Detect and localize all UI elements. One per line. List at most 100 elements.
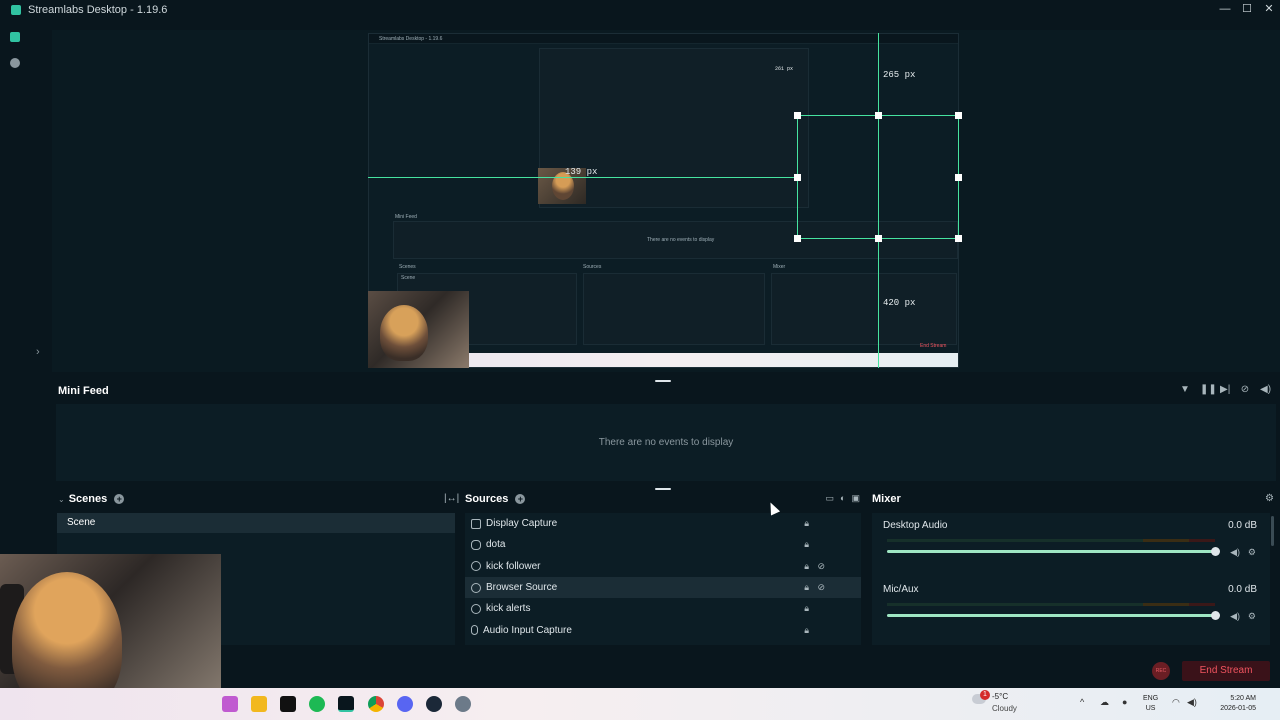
source-item-selected[interactable]: Browser Source 🔒︎ ⊘	[465, 576, 861, 599]
title-bar: Streamlabs Desktop - 1.19.6 — ☐ ✕	[0, 0, 1280, 20]
visibility-hidden-icon[interactable]: ⊘	[817, 561, 825, 572]
add-source-button[interactable]: +	[515, 494, 526, 504]
scenes-title: Scenes	[68, 493, 108, 505]
wifi-icon[interactable]: ◠	[1172, 697, 1180, 708]
resize-handle[interactable]	[955, 112, 962, 119]
mini-feed-empty-text: There are no events to display	[598, 437, 734, 448]
pause-icon[interactable]: ❚❚	[1200, 384, 1217, 395]
file-explorer-icon[interactable]	[251, 696, 267, 712]
lock-icon[interactable]: 🔒︎	[804, 625, 809, 636]
window-controls: — ☐ ✕	[1214, 0, 1280, 20]
spotify-icon[interactable]	[309, 696, 325, 712]
inner-scene-item: Scene	[401, 275, 416, 281]
gear-icon[interactable]: ⚙	[1265, 493, 1274, 504]
guide-line-vertical	[878, 33, 879, 368]
lock-icon[interactable]: 🔒︎	[804, 582, 809, 593]
gear-icon[interactable]: ⚙	[1248, 611, 1256, 622]
mini-feed-tools: ▼ ❚❚ ▶| ⊘ ◀)	[1180, 384, 1271, 395]
volume-slider-knob[interactable]	[1211, 611, 1220, 620]
source-item[interactable]: Audio Input Capture 🔒︎	[465, 619, 861, 640]
tiktok-icon[interactable]	[280, 696, 296, 712]
resize-handle[interactable]	[955, 174, 962, 181]
mixer-channel: Desktop Audio 0.0 dB ◀) ⚙	[872, 513, 1270, 577]
webcam-source-image[interactable]	[368, 291, 469, 368]
network-cloud-icon[interactable]: ☁	[1100, 697, 1109, 708]
copilot-icon[interactable]	[222, 696, 238, 712]
inner-mixer-title: Mixer	[773, 264, 786, 270]
minimize-button[interactable]: —	[1214, 0, 1236, 20]
visibility-hidden-icon[interactable]: ⊘	[817, 582, 825, 593]
mute-alerts-icon[interactable]: ⊘	[1240, 384, 1250, 395]
volume-tray-icon[interactable]: ◀)	[1187, 697, 1197, 708]
source-item[interactable]: kick follower 🔒︎ ⊘	[465, 556, 861, 577]
chrome-icon[interactable]	[368, 696, 384, 712]
microphone-icon[interactable]: ●	[1122, 697, 1127, 707]
language-region: US	[1145, 705, 1156, 712]
volume-icon[interactable]: ◀)	[1260, 384, 1271, 395]
studio-mode-icon[interactable]	[10, 32, 20, 42]
inner-title: Streamlabs Desktop - 1.19.6	[379, 36, 443, 42]
lock-icon[interactable]: 🔒︎	[804, 603, 809, 614]
record-button[interactable]: REC	[1152, 662, 1170, 680]
inner-minifeed-title: Mini Feed	[395, 214, 417, 220]
discord-icon[interactable]	[397, 696, 413, 712]
scene-item[interactable]: Scene	[57, 513, 455, 533]
source-settings-icon[interactable]: ▭	[826, 493, 835, 504]
lock-icon[interactable]: 🔒︎	[804, 561, 809, 572]
language-indicator[interactable]: ENG US	[1143, 694, 1158, 714]
streamlabs-logo-icon	[11, 5, 21, 15]
chevron-down-icon[interactable]: ⌄	[58, 495, 65, 504]
tray-overflow-icon[interactable]: ^	[1080, 697, 1084, 707]
steam-icon[interactable]	[426, 696, 442, 712]
settings-icon[interactable]	[455, 696, 471, 712]
close-button[interactable]: ✕	[1258, 0, 1280, 20]
resize-handle[interactable]	[875, 235, 882, 242]
channel-name: Desktop Audio	[883, 520, 948, 531]
mixer-channel: Mic/Aux 0.0 dB ◀) ⚙	[872, 577, 1270, 641]
speaker-icon[interactable]: ◀)	[1230, 547, 1240, 558]
gamepad-icon	[471, 539, 481, 550]
volume-slider-knob[interactable]	[1211, 547, 1220, 556]
os-taskbar: 1 -5°C Cloudy ^ ☁ ● ENG US ◠ ◀) 5:20 AM …	[0, 688, 1280, 720]
filter-icon[interactable]: ▼	[1180, 384, 1190, 395]
lock-icon[interactable]: 🔒︎	[804, 539, 809, 550]
mixer-list: Desktop Audio 0.0 dB ◀) ⚙ Mic/Aux 0.0 dB…	[872, 513, 1270, 645]
chevron-right-icon[interactable]: ›	[36, 346, 40, 358]
system-clock[interactable]: 5:20 AM 2026-01-05	[1206, 694, 1256, 714]
mixer-scrollbar[interactable]	[1271, 516, 1274, 546]
source-list: Display Capture 🔒︎ dota 🔒︎ kick follower…	[465, 513, 861, 645]
volume-slider[interactable]	[887, 550, 1215, 553]
lock-icon[interactable]: 🔒︎	[804, 518, 809, 529]
clock-time: 5:20 AM	[1230, 695, 1256, 702]
scene-transitions-icon[interactable]: |↔|	[444, 493, 459, 504]
monitor-icon	[471, 518, 481, 529]
resize-handle[interactable]	[875, 112, 882, 119]
mixer-header: Mixer	[872, 490, 901, 508]
play-icon[interactable]	[10, 58, 20, 68]
channel-db: 0.0 dB	[1228, 520, 1257, 531]
folder-icon[interactable]: ▣	[851, 493, 860, 504]
mini-feed-title: Mini Feed	[58, 385, 109, 397]
resize-handle[interactable]	[955, 235, 962, 242]
source-toggle-icon[interactable]: ◐	[840, 493, 845, 504]
streamlabs-taskbar-icon[interactable]	[338, 696, 354, 712]
source-item[interactable]: kick alerts 🔒︎	[465, 598, 861, 619]
mixer-title: Mixer	[872, 493, 901, 505]
globe-icon	[471, 603, 481, 614]
resize-handle[interactable]	[794, 112, 801, 119]
gear-icon[interactable]: ⚙	[1248, 547, 1256, 558]
maximize-button[interactable]: ☐	[1236, 0, 1258, 20]
resize-handle[interactable]	[794, 235, 801, 242]
speaker-icon[interactable]: ◀)	[1230, 611, 1240, 622]
add-scene-button[interactable]: +	[114, 494, 125, 504]
resize-handle[interactable]	[794, 174, 801, 181]
source-item[interactable]: dota 🔒︎	[465, 534, 861, 555]
distance-label-small: 261 px	[775, 66, 794, 72]
mixer-panel: Mixer ⚙ Desktop Audio 0.0 dB ◀) ⚙ Mic/Au…	[866, 490, 1280, 645]
source-label: kick follower	[486, 560, 541, 572]
inner-scenes-title: Scenes	[399, 264, 416, 270]
end-stream-button[interactable]: End Stream	[1182, 661, 1270, 681]
volume-slider[interactable]	[887, 614, 1215, 617]
skip-icon[interactable]: ▶|	[1220, 384, 1230, 395]
source-item[interactable]: Display Capture 🔒︎	[465, 513, 861, 534]
